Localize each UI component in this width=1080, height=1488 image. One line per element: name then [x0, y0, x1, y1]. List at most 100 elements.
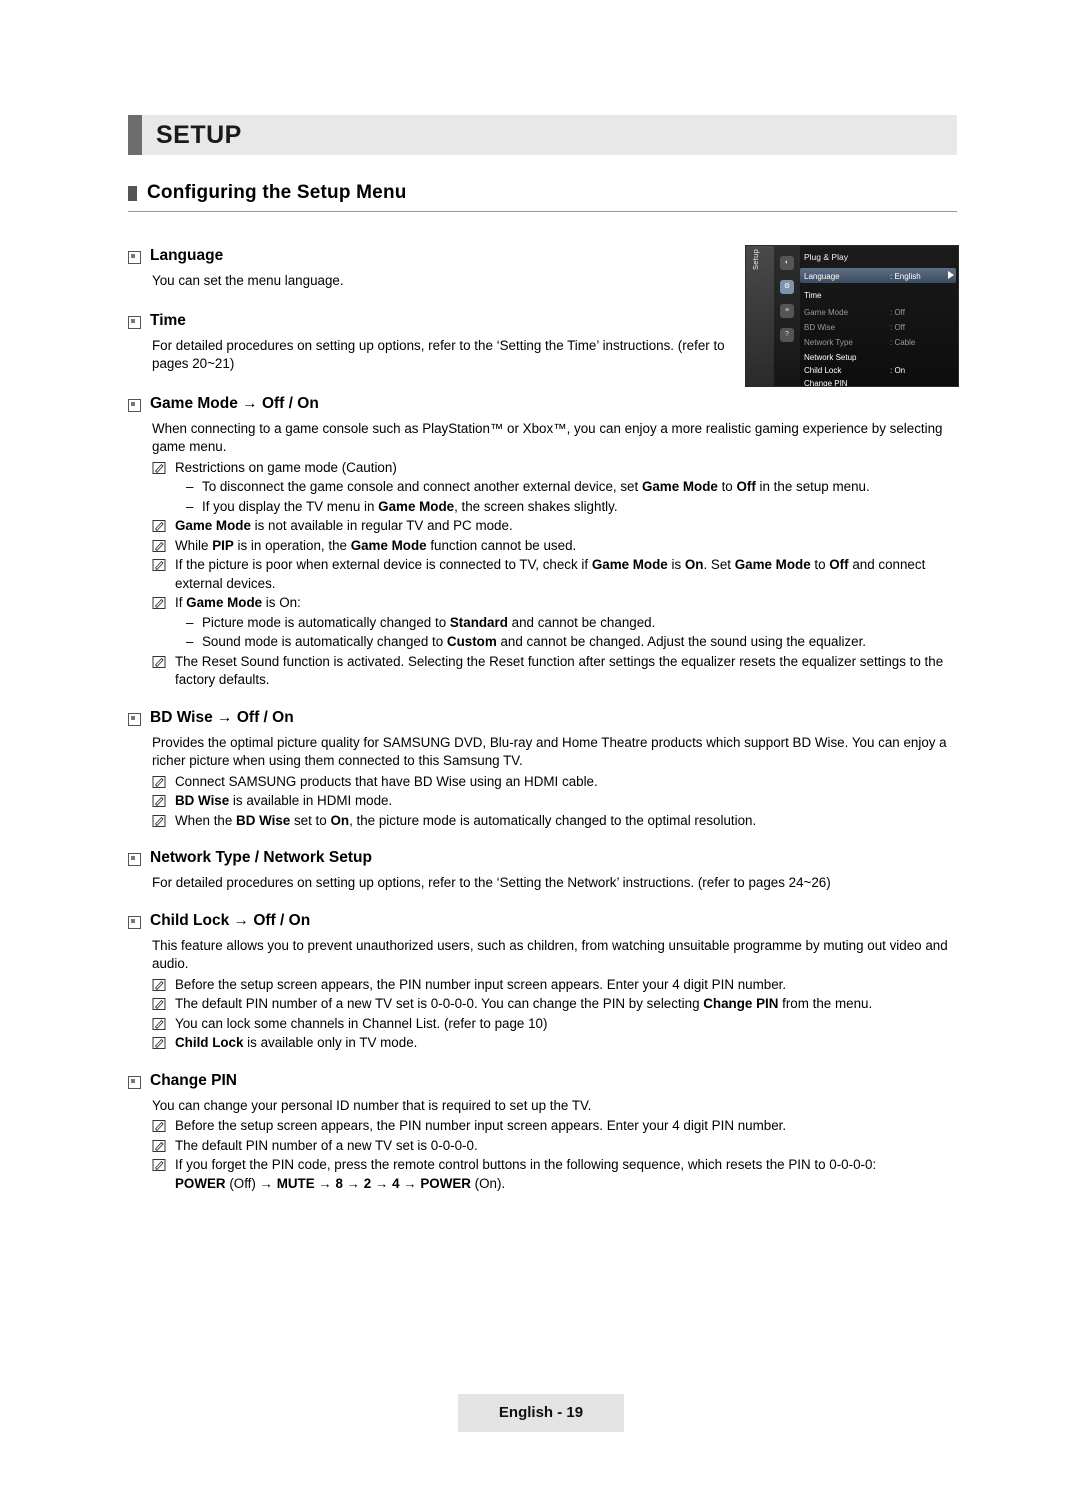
entry-language-heading-text: Language [150, 247, 224, 264]
note-pencil-icon [152, 539, 167, 554]
banner-accent-bar [128, 115, 142, 155]
note-item: BD Wise is available in HDMI mode. [152, 792, 957, 811]
note-item: The Reset Sound function is activated. S… [152, 653, 957, 690]
entry-child-lock-heading: Child Lock → Off / On [128, 911, 957, 931]
dash-text: Sound mode is automatically changed to C… [202, 634, 867, 649]
entry-bd-wise: BD Wise → Off / On Provides the optimal … [128, 708, 957, 831]
note-text: When the BD Wise set to On, the picture … [175, 812, 757, 828]
note-text: Game Mode is not available in regular TV… [175, 518, 513, 533]
note-pencil-icon [152, 655, 167, 670]
note-pencil-icon [152, 1139, 167, 1154]
note-text: Connect SAMSUNG products that have BD Wi… [175, 773, 598, 789]
note-pencil-icon [152, 1036, 167, 1051]
note-text: If you forget the PIN code, press the re… [175, 1157, 877, 1191]
note-item: While PIP is in operation, the Game Mode… [152, 537, 957, 556]
note-pencil-icon [152, 997, 167, 1012]
entry-change-pin-paragraph: You can change your personal ID number t… [152, 1097, 592, 1113]
bullet-square-icon [128, 712, 141, 726]
bullet-square-icon [128, 251, 141, 264]
manual-page: SETUP Configuring the Setup Menu Setup ◐… [0, 0, 1080, 1488]
note-pencil-icon [152, 775, 167, 790]
note-pencil-icon [152, 461, 167, 476]
bullet-square-icon [128, 315, 141, 329]
banner-title: SETUP [156, 121, 242, 149]
content-body: Language You can set the menu language. … [128, 232, 957, 1193]
entry-bd-wise-paragraph: Provides the optimal picture quality for… [152, 734, 947, 769]
entry-time: Time For detailed procedures on setting … [128, 311, 957, 374]
entry-change-pin-heading-text: Change PIN [150, 1071, 237, 1089]
note-pencil-icon [152, 1158, 167, 1173]
note-item: Child Lock is available only in TV mode. [152, 1034, 957, 1053]
dash-marker: – [186, 634, 194, 649]
dash-text: To disconnect the game console and conne… [202, 479, 870, 494]
entry-game-mode-heading: Game Mode → Off / On [128, 394, 957, 414]
note-text: The default PIN number of a new TV set i… [175, 996, 873, 1011]
entry-language: Language You can set the menu language. [128, 246, 957, 291]
entry-game-mode-paragraph: When connecting to a game console such a… [152, 420, 943, 455]
bullet-square-icon [128, 1075, 141, 1089]
dash-marker: – [186, 614, 194, 630]
dash-item: – Sound mode is automatically changed to… [186, 633, 957, 652]
note-item: Game Mode is not available in regular TV… [152, 517, 957, 536]
page-banner: SETUP [128, 115, 957, 155]
note-text: Child Lock is available only in TV mode. [175, 1035, 418, 1050]
note-pencil-icon [152, 1119, 167, 1134]
note-pencil-icon [152, 1017, 167, 1032]
dash-marker: – [186, 479, 194, 494]
entry-child-lock-paragraph: This feature allows you to prevent unaut… [152, 937, 948, 972]
bullet-square-icon [128, 915, 141, 929]
entry-change-pin: Change PIN You can change your personal … [128, 1071, 957, 1194]
note-text: If Game Mode is On: [175, 595, 301, 610]
note-item: When the BD Wise set to On, the picture … [152, 812, 957, 831]
note-item: You can lock some channels in Channel Li… [152, 1015, 957, 1034]
note-pencil-icon [152, 978, 167, 993]
note-text: BD Wise is available in HDMI mode. [175, 793, 393, 808]
section-heading-text: Configuring the Setup Menu [147, 182, 407, 203]
entry-time-heading: Time [128, 311, 957, 331]
note-item: If Game Mode is On: [152, 594, 957, 613]
section-heading: Configuring the Setup Menu [128, 182, 957, 204]
dash-text: Picture mode is automatically changed to… [202, 614, 656, 630]
note-item: Restrictions on game mode (Caution) [152, 459, 957, 478]
note-text: While PIP is in operation, the Game Mode… [175, 537, 577, 553]
note-pencil-icon [152, 814, 167, 829]
entry-game-mode-heading-text: Game Mode → Off / On [150, 394, 319, 412]
entry-network-heading: Network Type / Network Setup [128, 848, 957, 868]
note-text: The default PIN number of a new TV set i… [175, 1137, 478, 1153]
note-item: Before the setup screen appears, the PIN… [152, 976, 957, 995]
entry-game-mode: Game Mode → Off / On When connecting to … [128, 394, 957, 690]
note-text: The Reset Sound function is activated. S… [175, 653, 944, 688]
entry-time-paragraph: For detailed procedures on setting up op… [152, 337, 725, 372]
page-number-label: English - 19 [498, 1404, 584, 1421]
note-text: Restrictions on game mode (Caution) [175, 459, 397, 475]
bullet-square-icon [128, 398, 141, 412]
entry-network-paragraph: For detailed procedures on setting up op… [152, 875, 831, 890]
entry-bd-wise-heading: BD Wise → Off / On [128, 708, 957, 728]
note-text: Before the setup screen appears, the PIN… [175, 1118, 787, 1133]
note-pencil-icon [152, 519, 167, 534]
note-item: Connect SAMSUNG products that have BD Wi… [152, 773, 957, 792]
section-divider [128, 211, 957, 212]
entry-language-heading: Language [128, 246, 957, 266]
note-pencil-icon [152, 558, 167, 573]
note-text: You can lock some channels in Channel Li… [175, 1015, 548, 1031]
dash-item: – If you display the TV menu in Game Mod… [186, 498, 957, 517]
note-text: Before the setup screen appears, the PIN… [175, 976, 787, 992]
dash-item: – Picture mode is automatically changed … [186, 614, 957, 633]
entry-change-pin-heading: Change PIN [128, 1071, 957, 1091]
note-item: If the picture is poor when external dev… [152, 556, 957, 593]
page-footer: English - 19 [458, 1394, 624, 1432]
entry-bd-wise-heading-text: BD Wise → Off / On [150, 708, 294, 726]
note-pencil-icon [152, 596, 167, 611]
note-pencil-icon [152, 794, 167, 809]
section-marker-icon [128, 185, 137, 201]
entry-language-paragraph: You can set the menu language. [152, 273, 344, 288]
dash-item: – To disconnect the game console and con… [186, 478, 957, 497]
entry-child-lock-heading-text: Child Lock → Off / On [150, 911, 311, 929]
bullet-square-icon [128, 853, 141, 866]
note-item: Before the setup screen appears, the PIN… [152, 1117, 957, 1136]
dash-marker: – [186, 498, 194, 514]
entry-network: Network Type / Network Setup For detaile… [128, 848, 957, 893]
entry-time-heading-text: Time [150, 311, 186, 329]
note-item: The default PIN number of a new TV set i… [152, 995, 957, 1014]
